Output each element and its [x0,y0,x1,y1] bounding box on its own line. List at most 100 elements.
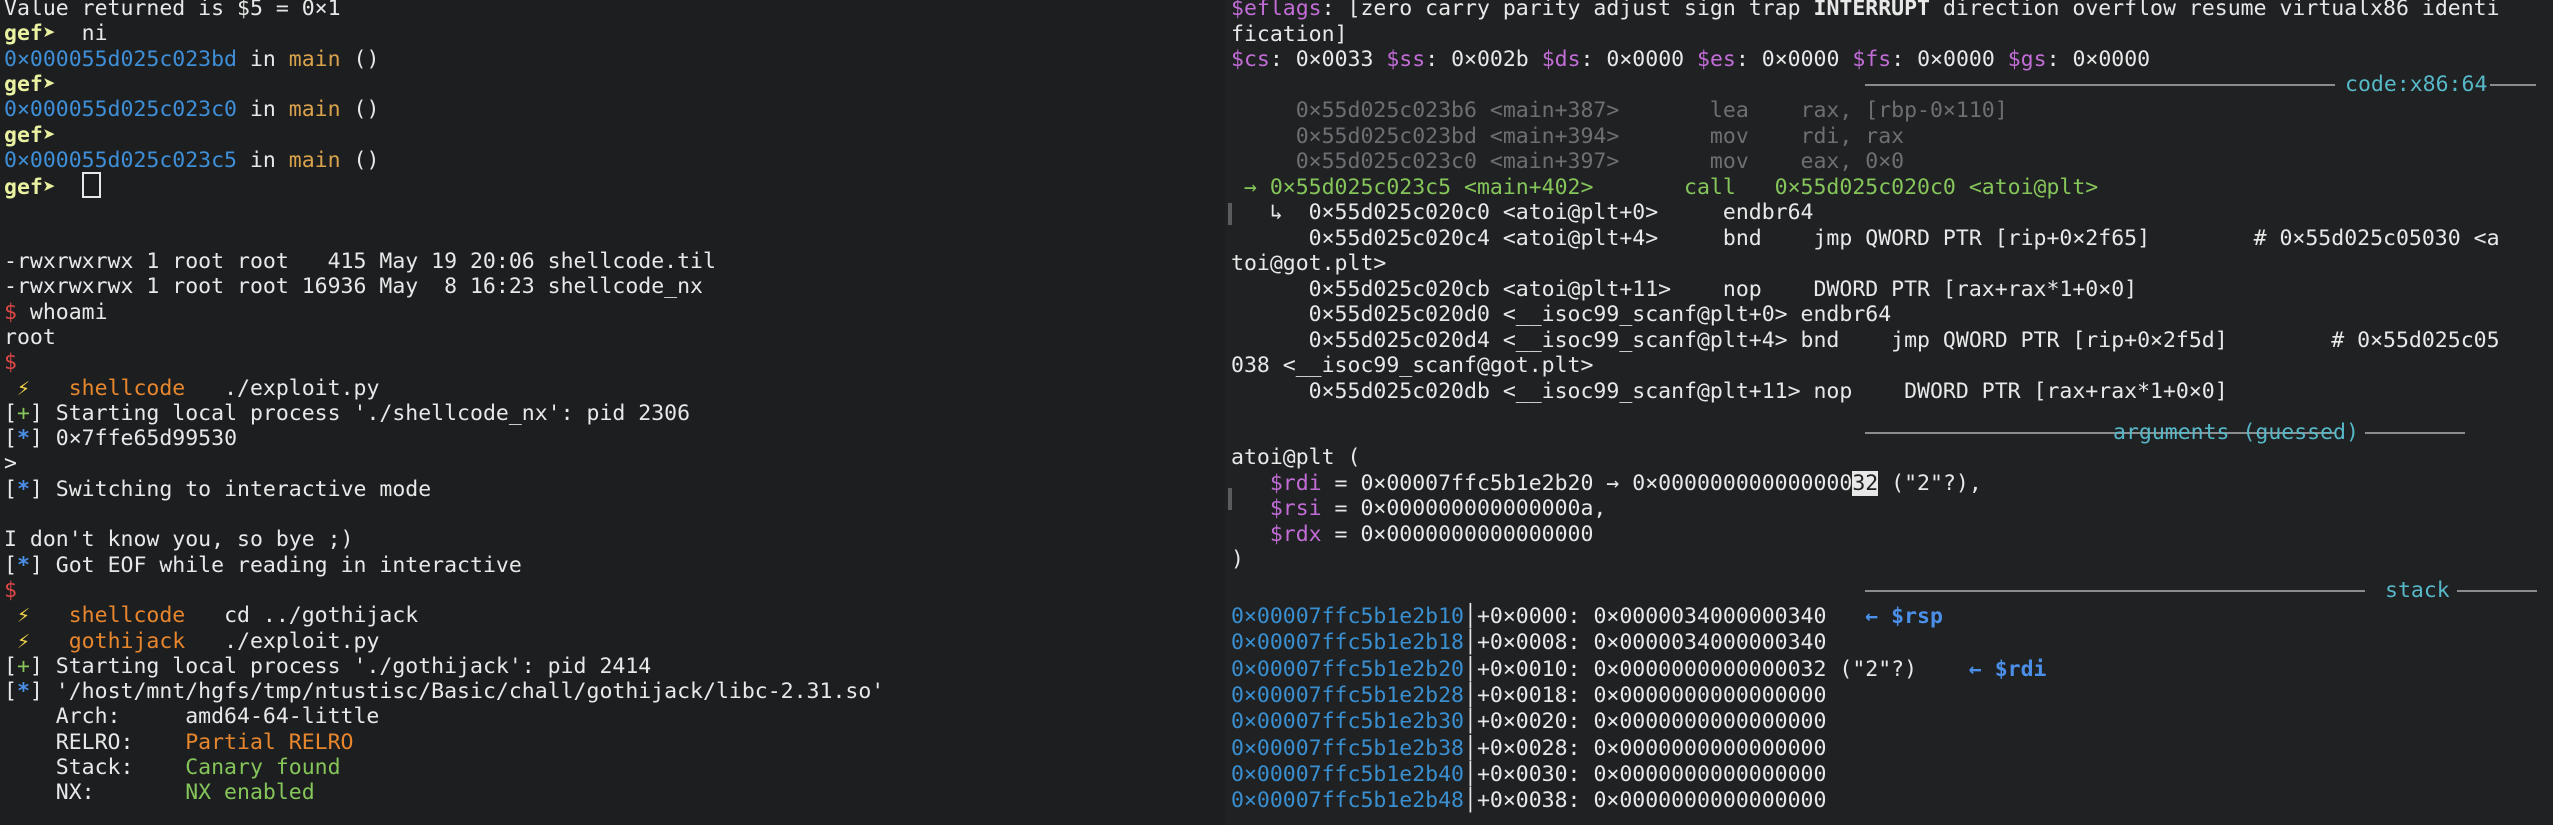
terminal-text: │+0×0008: 0×0000034000000340 [1464,630,1827,656]
gef-context-pane[interactable]: code:x86:64 arguments (guessed) stack $e… [1225,0,2553,825]
terminal-line: 0×00007ffc5b1e2b30│+0×0020: 0×0000000000… [1231,708,1826,735]
terminal-text: : 0×0000 [1891,47,2008,72]
terminal-line: -rwxrwxrwx 1 root root 415 May 19 20:06 … [4,248,716,275]
terminal-text: ] Got EOF while reading in interactive [29,552,522,578]
code-separator-left [1865,84,2335,86]
terminal-text: ] Switching to interactive mode [29,476,432,502]
terminal-text: gothijack [68,628,186,654]
terminal-text: $ [4,577,17,603]
terminal-line: [*] Switching to interactive mode [4,476,431,503]
terminal-text: $fs [1852,47,1892,72]
terminal-cursor[interactable] [81,172,101,199]
terminal-text: ← $rsp [1865,604,1943,629]
terminal-text: → 0×55d025c023c5 <main+402> call 0×55d02… [1231,174,2099,200]
stack-separator-right [2457,590,2537,592]
terminal-line: Stack: Canary found [4,754,341,781]
terminal-text: INTERRUPT [1813,0,1931,21]
terminal-text: [ [4,476,17,502]
terminal-text: ] '/host/mnt/hgfs/tmp/ntustisc/Basic/cha… [29,679,885,705]
terminal-line: 0×55d025c023c0 <main+397> mov eax, 0×0 [1231,148,1904,175]
terminal-text: + [16,653,30,679]
terminal-line: → 0×55d025c023c5 <main+402> call 0×55d02… [1231,174,2098,201]
terminal-line: 0×00007ffc5b1e2b28│+0×0018: 0×0000000000… [1231,682,1826,709]
terminal-text: [ [4,653,17,679]
terminal-text: : 0×0000 [1735,47,1853,72]
terminal-text: () [340,97,380,123]
terminal-text: $rdx [1231,521,1322,547]
terminal-line: 0×00007ffc5b1e2b20│+0×0010: 0×0000000000… [1231,656,2047,683]
terminal-text: [ [4,426,17,452]
terminal-text: 0×55d025c023b6 <main+387> lea rax, [rbp-… [1231,98,2008,123]
terminal-text: │+0×0020: 0×0000000000000000 [1464,709,1827,735]
terminal-text: in [237,46,289,72]
terminal-line: 0×55d025c020d0 <__isoc99_scanf@plt+0> en… [1231,301,1892,328]
terminal-text: ./exploit.py [185,628,380,654]
terminal-line: 0×55d025c020d4 <__isoc99_scanf@plt+4> bn… [1231,327,2500,354]
terminal-line: gef➤ ni [4,20,108,47]
terminal-text: 0×55d025c020db <__isoc99_scanf@plt+11> n… [1231,378,2228,404]
terminal-line: [+] Starting local process './gothijack'… [4,653,651,680]
terminal-line: 0×55d025c020c4 <atoi@plt+4> bnd jmp QWOR… [1231,225,2500,252]
terminal-text: gef➤ [4,122,82,148]
terminal-text: : 0×0033 [1269,47,1387,72]
terminal-line: 0×55d025c020db <__isoc99_scanf@plt+11> n… [1231,378,2228,405]
terminal-text: ⚡ [4,628,69,654]
terminal-text: $ss [1386,47,1426,72]
terminal-line: atoi@plt ( [1231,444,1360,471]
terminal-text: $ [4,350,17,376]
terminal-line: > [4,450,17,477]
terminal-text: $ [4,299,30,325]
terminal-text: [ [4,679,17,705]
terminal-line: 0×00007ffc5b1e2b48│+0×0038: 0×0000000000… [1231,787,1826,814]
terminal-text: ⚡ [4,375,69,401]
terminal-line: Arch: amd64-64-little [4,703,380,730]
terminal-line: 0×55d025c023bd <main+394> mov rdi, rax [1231,123,1904,150]
terminal-text: NX enabled [185,780,315,806]
terminal-text: $gs [2007,47,2047,72]
terminal-line: toi@got.plt> [1231,250,1386,277]
terminal-text: 0×00007ffc5b1e2b40 [1231,761,1464,787]
terminal-text: 0×55d025c020d0 <__isoc99_scanf@plt+0> en… [1231,302,1892,327]
terminal-text: ) [1231,547,1244,572]
terminal-line: 0×00007ffc5b1e2b10│+0×0000: 0×0000034000… [1231,603,1943,630]
terminal-line: ⚡ shellcode cd ../gothijack [4,602,418,629]
terminal-text: $rsi [1231,496,1322,521]
terminal-text: 0×55d025c020d4 <__isoc99_scanf@plt+4> bn… [1231,327,2500,353]
terminal-line: $ [4,577,17,604]
terminal-text: Arch: amd64-64-little [4,704,380,730]
terminal-line: [*] Got EOF while reading in interactive [4,552,522,579]
terminal-text: + [16,400,30,426]
terminal-line: [+] Starting local process './shellcode_… [4,400,690,427]
terminal-text: root [4,324,56,350]
terminal-line: gef➤ [4,172,101,201]
terminal-text: () [340,46,380,72]
stack-section-title: stack [2385,578,2450,603]
terminal-text: ("2"?), [1878,470,1982,496]
terminal-text: shellcode [68,603,186,629]
terminal-text: ← $rdi [1968,656,2047,682]
terminal-text: [ [4,400,17,426]
terminal-text: : 0×002b [1425,47,1542,72]
terminal-text: atoi@plt ( [1231,445,1361,470]
left-terminal-pane[interactable]: Value returned is $5 = 0×1 gef➤ ni 0×00005… [0,0,1225,825]
terminal-text: ./exploit.py [185,375,380,401]
terminal-line: ↳ 0×55d025c020c0 <atoi@plt+0> endbr64 [1231,199,1814,226]
terminal-line: root [4,324,56,351]
terminal-text: main [288,46,341,72]
terminal-text: ↳ 0×55d025c020c0 <atoi@plt+0> endbr64 [1231,200,1814,225]
terminal-text: > [4,451,17,477]
terminal-line: -rwxrwxrwx 1 root root 16936 May 8 16:23… [4,273,703,300]
terminal-line: gef➤ [4,122,82,149]
terminal-text: Canary found [185,755,341,780]
terminal-text: │+0×0018: 0×0000000000000000 [1464,682,1827,708]
terminal-text: Stack: [4,755,186,780]
terminal-text: NX: [4,780,186,806]
terminal-text: 0×00007ffc5b1e2b10 [1231,604,1464,629]
terminal-text: gef➤ [4,175,82,201]
terminal-text: * [16,552,30,578]
code-section-title: code:x86:64 [2345,72,2488,97]
terminal-line: gef➤ [4,71,82,98]
terminal-text: () [340,147,380,173]
terminal-text: $ds [1541,47,1581,72]
terminal-text: whoami [29,299,108,325]
